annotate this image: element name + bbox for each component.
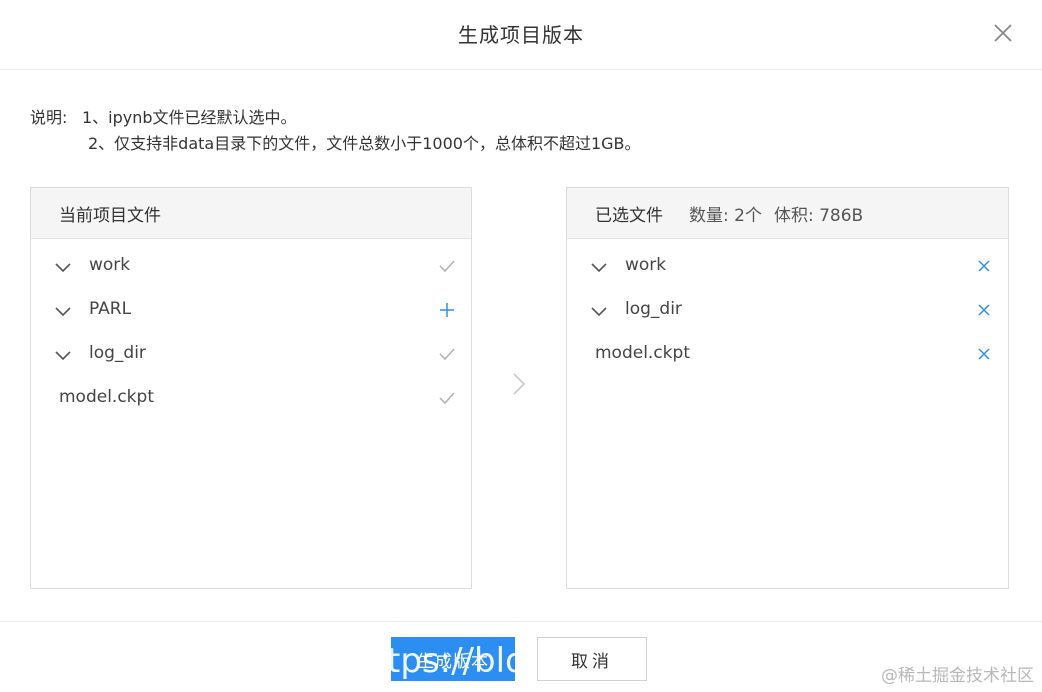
selected-files-panel: 已选文件 数量: 2个 体积: 786B work log_dir model.c… [566,187,1009,589]
check-icon [437,344,457,364]
file-row-work[interactable]: work [31,244,471,288]
selected-row-work[interactable]: work [567,244,1008,288]
selected-files-list: work log_dir model.ckpt [567,239,1008,376]
remove-icon[interactable] [974,344,994,364]
dialog-header: 生成项目版本 [0,0,1042,70]
selected-row-model-ckpt[interactable]: model.ckpt [567,332,1008,376]
file-name: model.ckpt [59,387,154,407]
file-name: log_dir [89,343,146,363]
generate-version-dialog: 生成项目版本 说明: 1、ipynb文件已经默认选中。 2、仅支持非data目录… [0,0,1042,692]
cancel-button[interactable]: 取消 [537,637,647,681]
current-files-list: work PARL log_dir model.ckpt [31,239,471,420]
chevron-right-icon [509,372,529,396]
chevron-down-icon[interactable] [589,301,609,321]
selected-stats: 数量: 2个 体积: 786B [689,201,863,226]
instruction-line-2: 2、仅支持非data目录下的文件，文件总数小于1000个，总体积不超过1GB。 [88,134,641,153]
selected-row-log-dir[interactable]: log_dir [567,288,1008,332]
generate-version-button[interactable]: 生成版本 tps://blo [391,637,515,681]
selected-size: 体积: 786B [773,205,864,226]
remove-icon[interactable] [974,300,994,320]
file-name: log_dir [625,299,682,319]
selected-files-title: 已选文件 [595,205,663,226]
file-row-model-ckpt[interactable]: model.ckpt [31,376,471,420]
chevron-down-icon[interactable] [53,257,73,277]
current-files-panel: 当前项目文件 work PARL log_dir model.ckpt [30,187,472,589]
selected-count: 数量: 2个 [689,205,762,226]
remove-icon[interactable] [974,256,994,276]
instruction-line-1: 1、ipynb文件已经默认选中。 [82,108,297,127]
chevron-down-icon[interactable] [53,345,73,365]
file-name: work [89,255,131,275]
current-files-title: 当前项目文件 [59,205,161,226]
chevron-down-icon[interactable] [53,301,73,321]
dialog-title: 生成项目版本 [458,23,584,47]
file-row-parl[interactable]: PARL [31,288,471,332]
selected-files-header: 已选文件 数量: 2个 体积: 786B [567,188,1008,239]
chevron-down-icon[interactable] [589,257,609,277]
plus-icon[interactable] [437,300,457,320]
instructions: 说明: 1、ipynb文件已经默认选中。 2、仅支持非data目录下的文件，文件… [30,105,641,157]
close-icon[interactable] [990,20,1016,46]
file-name: work [625,255,667,275]
url-overlay-text: tps://blo [391,641,515,681]
file-name: model.ckpt [595,343,690,363]
check-icon [437,256,457,276]
file-name: PARL [89,299,132,319]
instructions-label: 说明: [30,108,68,127]
check-icon [437,388,457,408]
current-files-header: 当前项目文件 [31,188,471,239]
watermark: @稀土掘金技术社区 [881,666,1034,686]
file-row-log-dir[interactable]: log_dir [31,332,471,376]
